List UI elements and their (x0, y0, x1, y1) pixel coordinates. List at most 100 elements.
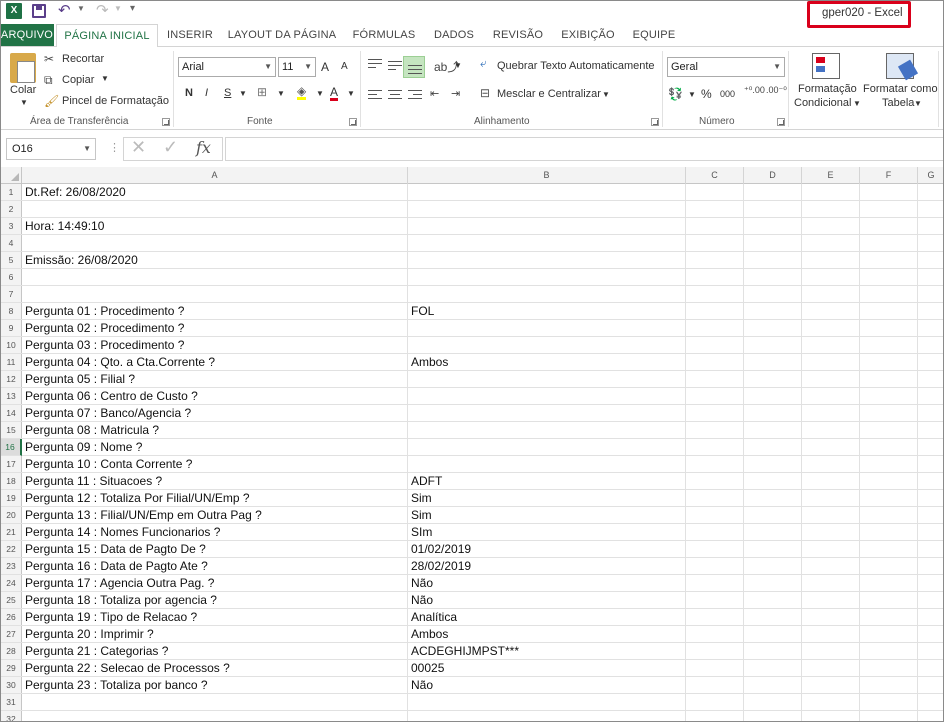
cell-a[interactable]: Pergunta 16 : Data de Pagto Ate ? (22, 558, 408, 575)
name-box[interactable]: O16 ▼ (6, 138, 96, 160)
cell-c[interactable] (686, 626, 744, 643)
row-header[interactable]: 9 (0, 320, 22, 337)
copy-dropdown-icon[interactable]: ▼ (101, 74, 109, 83)
cell-f[interactable] (860, 371, 918, 388)
row-header[interactable]: 13 (0, 388, 22, 405)
cell-g[interactable] (918, 490, 944, 507)
enter-icon[interactable]: ✓ (163, 137, 178, 158)
cell-a[interactable]: Dt.Ref: 26/08/2020 (22, 184, 408, 201)
row-header[interactable]: 24 (0, 575, 22, 592)
increase-decimal-icon[interactable]: ⁺⁰.00 (744, 85, 765, 96)
row-header[interactable]: 5 (0, 252, 22, 269)
cell-b[interactable] (408, 711, 686, 722)
cell-g[interactable] (918, 660, 944, 677)
cell-b[interactable] (408, 320, 686, 337)
cell-g[interactable] (918, 626, 944, 643)
cell-g[interactable] (918, 456, 944, 473)
cell-b[interactable] (408, 252, 686, 269)
cell-e[interactable] (802, 626, 860, 643)
cell-f[interactable] (860, 303, 918, 320)
cell-d[interactable] (744, 269, 802, 286)
cell-e[interactable] (802, 388, 860, 405)
cell-g[interactable] (918, 558, 944, 575)
cell-d[interactable] (744, 592, 802, 609)
cell-g[interactable] (918, 694, 944, 711)
cell-c[interactable] (686, 252, 744, 269)
cell-d[interactable] (744, 439, 802, 456)
tab-equipe[interactable]: EQUIPE (630, 24, 678, 46)
cell-a[interactable]: Hora: 14:49:10 (22, 218, 408, 235)
fill-color-icon[interactable]: ◈ (297, 85, 307, 100)
conditional-formatting-label-1[interactable]: Formatação (798, 83, 857, 95)
cell-a[interactable] (22, 711, 408, 722)
column-header-e[interactable]: E (802, 167, 860, 184)
cell-g[interactable] (918, 592, 944, 609)
cell-f[interactable] (860, 320, 918, 337)
cell-c[interactable] (686, 524, 744, 541)
cell-e[interactable] (802, 184, 860, 201)
row-header[interactable]: 28 (0, 643, 22, 660)
cell-e[interactable] (802, 371, 860, 388)
cell-g[interactable] (918, 201, 944, 218)
formula-input[interactable] (225, 137, 944, 161)
cell-c[interactable] (686, 592, 744, 609)
row-header[interactable]: 18 (0, 473, 22, 490)
row-header[interactable]: 1 (0, 184, 22, 201)
paste-button[interactable]: Colar (10, 84, 36, 96)
cell-e[interactable] (802, 524, 860, 541)
cell-d[interactable] (744, 694, 802, 711)
cell-d[interactable] (744, 524, 802, 541)
cell-g[interactable] (918, 405, 944, 422)
cell-e[interactable] (802, 303, 860, 320)
cell-g[interactable] (918, 473, 944, 490)
cell-g[interactable] (918, 235, 944, 252)
cell-d[interactable] (744, 677, 802, 694)
row-header[interactable]: 8 (0, 303, 22, 320)
cell-e[interactable] (802, 286, 860, 303)
cell-g[interactable] (918, 677, 944, 694)
cell-d[interactable] (744, 252, 802, 269)
font-size-select[interactable]: 11 ▼ (278, 57, 316, 77)
cell-c[interactable] (686, 541, 744, 558)
cell-d[interactable] (744, 405, 802, 422)
cell-d[interactable] (744, 201, 802, 218)
cell-b[interactable]: Não (408, 575, 686, 592)
cell-g[interactable] (918, 609, 944, 626)
cell-b[interactable]: Analítica (408, 609, 686, 626)
cell-e[interactable] (802, 201, 860, 218)
percent-button[interactable]: % (701, 87, 712, 101)
cell-e[interactable] (802, 660, 860, 677)
column-header-b[interactable]: B (408, 167, 686, 184)
cell-e[interactable] (802, 337, 860, 354)
cell-e[interactable] (802, 609, 860, 626)
format-as-table-label-1[interactable]: Formatar como (863, 83, 938, 95)
cell-g[interactable] (918, 507, 944, 524)
cell-d[interactable] (744, 609, 802, 626)
italic-button[interactable]: I (205, 87, 208, 99)
cell-f[interactable] (860, 252, 918, 269)
cell-d[interactable] (744, 218, 802, 235)
cell-e[interactable] (802, 643, 860, 660)
cell-b[interactable]: 28/02/2019 (408, 558, 686, 575)
conditional-dropdown-icon[interactable]: ▼ (853, 99, 861, 108)
cell-b[interactable] (408, 286, 686, 303)
cell-a[interactable]: Pergunta 05 : Filial ? (22, 371, 408, 388)
cell-f[interactable] (860, 541, 918, 558)
row-header[interactable]: 22 (0, 541, 22, 558)
undo-dropdown-icon[interactable]: ▼ (77, 4, 85, 13)
cell-a[interactable]: Pergunta 23 : Totaliza por banco ? (22, 677, 408, 694)
paste-icon[interactable] (10, 53, 36, 83)
cell-a[interactable]: Pergunta 06 : Centro de Custo ? (22, 388, 408, 405)
cell-a[interactable]: Pergunta 08 : Matricula ? (22, 422, 408, 439)
fill-color-dropdown-icon[interactable]: ▼ (316, 89, 324, 98)
cell-c[interactable] (686, 303, 744, 320)
cell-a[interactable]: Pergunta 18 : Totaliza por agencia ? (22, 592, 408, 609)
insert-function-button[interactable]: fx (196, 138, 211, 157)
row-header[interactable]: 3 (0, 218, 22, 235)
cell-d[interactable] (744, 456, 802, 473)
cell-c[interactable] (686, 694, 744, 711)
cell-a[interactable]: Pergunta 20 : Imprimir ? (22, 626, 408, 643)
row-header[interactable]: 17 (0, 456, 22, 473)
cell-a[interactable]: Pergunta 07 : Banco/Agencia ? (22, 405, 408, 422)
cell-b[interactable]: ACDEGHIJMPST*** (408, 643, 686, 660)
